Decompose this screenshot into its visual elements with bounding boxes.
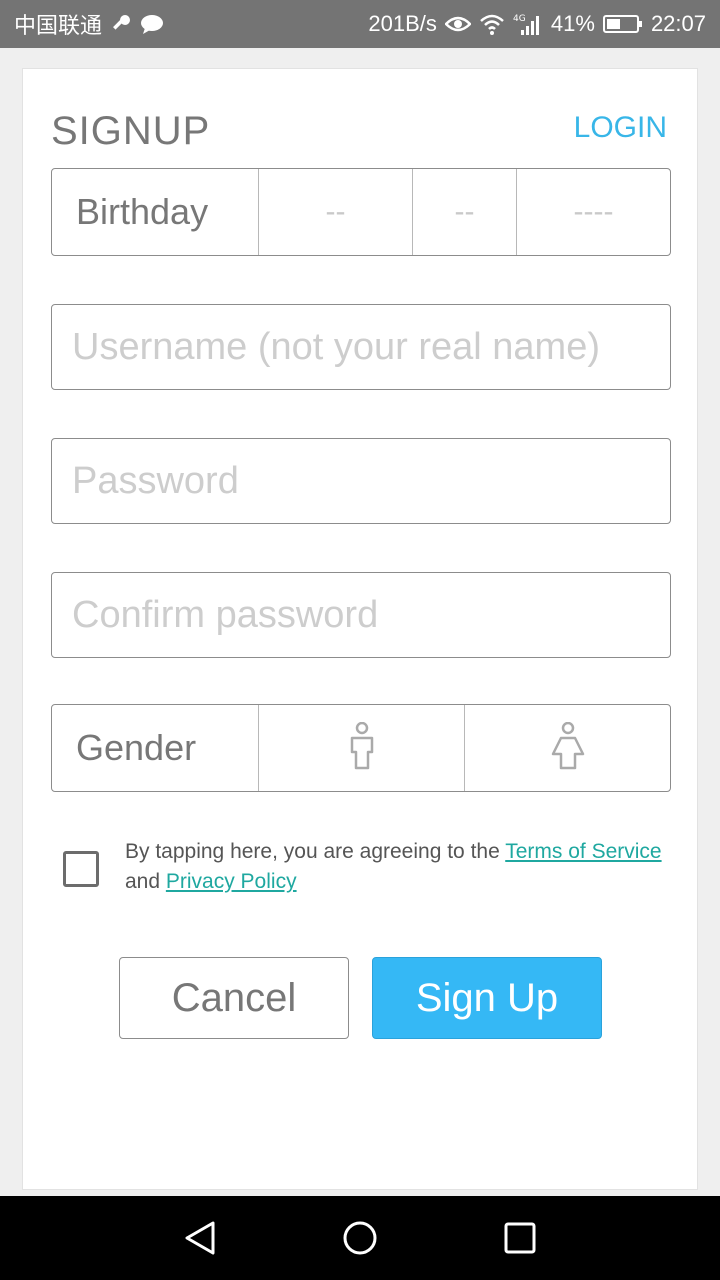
recents-square-icon [504,1222,536,1254]
birthday-label: Birthday [52,169,259,255]
svg-text:4G: 4G [513,14,526,24]
username-field[interactable]: Username (not your real name) [51,304,671,390]
gender-female-option[interactable] [465,705,670,791]
cancel-button[interactable]: Cancel [119,957,349,1039]
recents-button[interactable] [480,1198,560,1278]
confirm-password-field[interactable]: Confirm password [51,572,671,658]
signal-icon: 4G [513,12,543,36]
signup-card: SIGNUP LOGIN Birthday -- -- ---- Usernam… [22,68,698,1190]
gender-male-option[interactable] [259,705,465,791]
birthday-row: Birthday -- -- ---- [51,168,671,256]
terms-agreement: By tapping here, you are agreeing to the… [63,837,673,897]
birthday-year-field[interactable]: ---- [517,169,670,255]
gender-label: Gender [52,705,259,791]
wifi-icon [479,13,505,35]
male-icon [347,721,377,775]
key-icon [110,13,132,35]
privacy-policy-link[interactable]: Privacy Policy [166,870,297,893]
back-button[interactable] [160,1198,240,1278]
terms-text: By tapping here, you are agreeing to the… [125,837,662,897]
sign-up-button[interactable]: Sign Up [372,957,602,1039]
chat-bubble-icon [140,13,164,35]
status-bar-left: 中国联通 [14,8,164,40]
login-link[interactable]: LOGIN [574,111,667,145]
status-bar-right: 201B/s 4G 41% 22:07 [368,11,706,37]
terms-and: and [125,870,166,893]
birthday-day-field[interactable]: -- [413,169,517,255]
home-button[interactable] [320,1198,400,1278]
navigation-bar [0,1196,720,1280]
birthday-month-field[interactable]: -- [259,169,413,255]
female-icon [551,721,585,775]
terms-of-service-link[interactable]: Terms of Service [505,840,661,863]
carrier-label: 中国联通 [14,13,103,38]
status-bar: 中国联通 201B/s 4G 41% 22:07 [0,0,720,48]
clock: 22:07 [650,11,706,36]
battery-percent: 41% [550,11,595,36]
back-triangle-icon [185,1221,215,1255]
eye-icon [444,14,471,34]
terms-prefix: By tapping here, you are agreeing to the [125,840,506,863]
page-title: SIGNUP [51,109,211,153]
home-circle-icon [343,1221,377,1255]
gender-row: Gender [51,704,671,792]
terms-checkbox[interactable] [63,851,99,887]
password-field[interactable]: Password [51,438,671,524]
battery-icon [602,14,643,34]
network-speed: 201B/s [368,11,437,36]
